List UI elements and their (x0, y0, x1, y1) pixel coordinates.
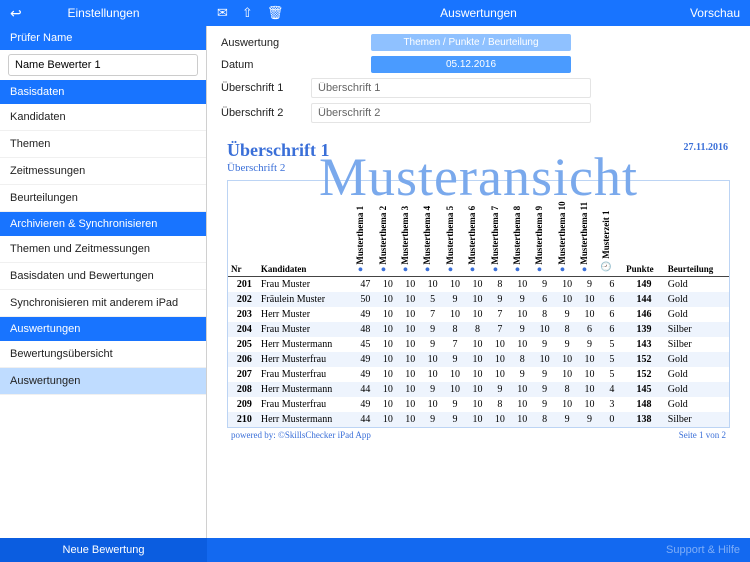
section-head-prufer: Prüfer Name (0, 26, 206, 50)
sidebar-item[interactable]: Auswertungen (0, 368, 206, 395)
col-head: Kandidaten (258, 181, 354, 276)
sidebar-item[interactable]: Kandidaten (0, 104, 206, 131)
col-head-theme: ●Musterthema 10 (556, 181, 578, 276)
doc-heading2: Überschrift 2 (227, 162, 730, 174)
table-row: 207Frau Musterfrau4910101010101099101051… (228, 367, 729, 382)
col-head: Punkte (623, 181, 665, 276)
table-row: 204Frau Muster4810109887910866139Silber (228, 322, 729, 337)
form-area: Auswertung Themen / Punkte / Beurteilung D… (207, 26, 750, 134)
table-row: 206Herr Musterfrau4910101091010810101051… (228, 352, 729, 367)
topbar: ↩ Einstellungen ✉ ⇧ 🗑 Auswertungen Vorsc… (0, 0, 750, 26)
form-label: Auswertung (221, 37, 311, 49)
prufer-name-input[interactable] (8, 54, 198, 76)
col-head-theme: ●Musterthema 7 (489, 181, 511, 276)
back-icon[interactable]: ↩ (10, 5, 22, 22)
col-head-theme: ●Musterthema 6 (466, 181, 488, 276)
topbar-right: ✉ ⇧ 🗑 Auswertungen Vorschau (207, 5, 750, 21)
sidebar-item[interactable]: Beurteilungen (0, 185, 206, 212)
table-row: 203Herr Muster4910107101071089106146Gold (228, 307, 729, 322)
bottom-bar: Neue Bewertung Support & Hilfe (0, 538, 750, 562)
form-label: Überschrift 2 (221, 107, 311, 119)
support-link[interactable]: Support & Hilfe (207, 538, 750, 562)
form-input[interactable] (311, 78, 591, 98)
doc-page: Seite 1 von 2 (679, 430, 726, 440)
col-head-theme: ●Musterthema 3 (399, 181, 421, 276)
col-head-theme: ●Musterthema 2 (377, 181, 399, 276)
form-input[interactable] (311, 103, 591, 123)
form-pill[interactable]: Themen / Punkte / Beurteilung (371, 34, 571, 51)
topbar-left: ↩ Einstellungen (0, 6, 207, 20)
sidebar-item[interactable]: Themen (0, 131, 206, 158)
results-table: NrKandidaten●Musterthema 1●Musterthema 2… (228, 181, 729, 427)
table-row: 201Frau Muster47101010101081091096149Gol… (228, 276, 729, 292)
sidebar-item[interactable]: Synchronisieren mit anderem iPad (0, 290, 206, 317)
new-evaluation-button[interactable]: Neue Bewertung (0, 538, 207, 562)
col-head-theme: ●Musterthema 4 (421, 181, 443, 276)
section-head: Archivieren & Synchronisieren (0, 212, 206, 236)
sidebar: Prüfer Name BasisdatenKandidatenThemenZe… (0, 26, 207, 538)
col-head-theme: ●Musterthema 9 (533, 181, 555, 276)
doc-heading1: Überschrift 1 (227, 140, 730, 161)
form-pill[interactable]: 05.12.2016 (371, 56, 571, 73)
col-head: Nr (228, 181, 258, 276)
doc-date: 27.11.2016 (684, 142, 728, 153)
sidebar-item[interactable]: Bewertungsübersicht (0, 341, 206, 368)
doc-powered: powered by: ©SkillsChecker iPad App (231, 430, 371, 440)
page-title: Auswertungen (207, 6, 750, 20)
table-row: 205Herr Mustermann451010971010109995143S… (228, 337, 729, 352)
form-label: Überschrift 1 (221, 82, 311, 94)
col-head-theme: ●Musterthema 5 (444, 181, 466, 276)
table-row: 208Herr Mustermann4410109101091098104145… (228, 382, 729, 397)
col-head-theme: ●Musterthema 8 (511, 181, 533, 276)
sidebar-item[interactable]: Basisdaten und Bewertungen (0, 263, 206, 290)
table-row: 202Fräulein Muster501010591099610106144G… (228, 292, 729, 307)
sidebar-item[interactable]: Themen und Zeitmessungen (0, 236, 206, 263)
col-head-theme: ●Musterthema 11 (578, 181, 600, 276)
table-row: 209Frau Musterfrau4910101091081091010314… (228, 397, 729, 412)
col-head: Beurteilung (665, 181, 729, 276)
table-row: 210Herr Mustermann441010991010108990138S… (228, 412, 729, 427)
form-label: Datum (221, 59, 311, 71)
sidebar-title: Einstellungen (67, 6, 139, 20)
col-head-theme: ●Musterthema 1 (354, 181, 376, 276)
col-head-time: 🕓Musterzeit 1 (601, 181, 623, 276)
sidebar-item[interactable]: Zeitmessungen (0, 158, 206, 185)
section-head: Auswertungen (0, 317, 206, 341)
main: Auswertung Themen / Punkte / Beurteilung D… (207, 26, 750, 538)
section-head: Basisdaten (0, 80, 206, 104)
preview-button[interactable]: Vorschau (690, 6, 740, 20)
document-preview: Überschrift 1 Überschrift 2 27.11.2016 M… (217, 134, 740, 538)
